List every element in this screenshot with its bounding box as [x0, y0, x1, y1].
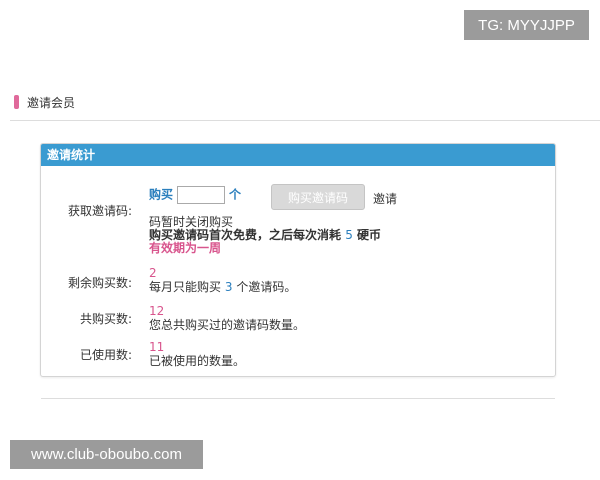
page-heading: 邀请会员 — [14, 94, 75, 110]
total-body: 12 您总共购买过的邀请码数量。 — [149, 304, 305, 332]
page-title: 邀请会员 — [27, 95, 76, 110]
invite-code-purchase: 购买 个 — [149, 186, 241, 204]
remaining-row: 剩余购买数: 2 每月只能购买 3 个邀请码。 — [41, 266, 555, 296]
remaining-note: 每月只能购买 3 个邀请码。 — [149, 280, 296, 294]
quantity-input[interactable] — [177, 186, 226, 204]
buy-invite-code-button[interactable]: 购买邀请码 — [271, 184, 365, 210]
remaining-note-amount: 3 — [224, 280, 233, 294]
total-value: 12 — [149, 304, 165, 318]
buy-word: 购买 — [149, 187, 174, 202]
remaining-value: 2 — [149, 266, 157, 280]
invite-stats-panel: 邀请统计 获取邀请码: 购买 个 购买邀请码 邀请 码暂时关闭购买 购买邀请码首次… — [40, 143, 556, 377]
total-note: 您总共购买过的邀请码数量。 — [149, 318, 306, 332]
used-note: 已被使用的数量。 — [149, 354, 246, 368]
total-row: 共购买数: 12 您总共购买过的邀请码数量。 — [41, 304, 555, 334]
heading-marker — [14, 95, 19, 109]
remaining-body: 2 每月只能购买 3 个邀请码。 — [149, 266, 296, 294]
bottom-divider — [41, 398, 555, 399]
tg-watermark: TG: MYYJJPP — [464, 10, 589, 40]
unit-word: 个 — [229, 187, 242, 202]
used-row: 已使用数: 11 已被使用的数量。 — [41, 340, 555, 370]
invite-code-notes: 码暂时关闭购买 购买邀请码首次免费，之后每次消耗 5 硬币 有效期为一周 — [149, 216, 381, 255]
used-label: 已使用数: — [79, 348, 132, 362]
remaining-note-prefix: 每月只能购买 — [149, 280, 222, 294]
total-label: 共购买数: — [79, 312, 132, 326]
invite-code-row: 获取邀请码: 购买 个 购买邀请码 邀请 码暂时关闭购买 购买邀请码首次免费，之后… — [41, 184, 555, 264]
cost-prefix: 购买邀请码首次免费，之后每次消耗 — [149, 228, 342, 242]
panel-title: 邀请统计 — [41, 144, 555, 166]
heading-divider — [10, 120, 600, 121]
remaining-note-suffix: 个邀请码。 — [236, 280, 297, 294]
used-value: 11 — [149, 340, 165, 354]
url-watermark: www.club-oboubo.com — [10, 440, 203, 469]
used-body: 11 已被使用的数量。 — [149, 340, 245, 368]
cost-suffix: 硬币 — [357, 228, 382, 242]
cost-amount: 5 — [345, 228, 353, 242]
remaining-label: 剩余购买数: — [67, 276, 132, 290]
invite-word: 邀请 — [373, 192, 398, 206]
invite-code-label: 获取邀请码: — [67, 204, 132, 218]
validity-notice: 有效期为一周 — [149, 241, 222, 255]
